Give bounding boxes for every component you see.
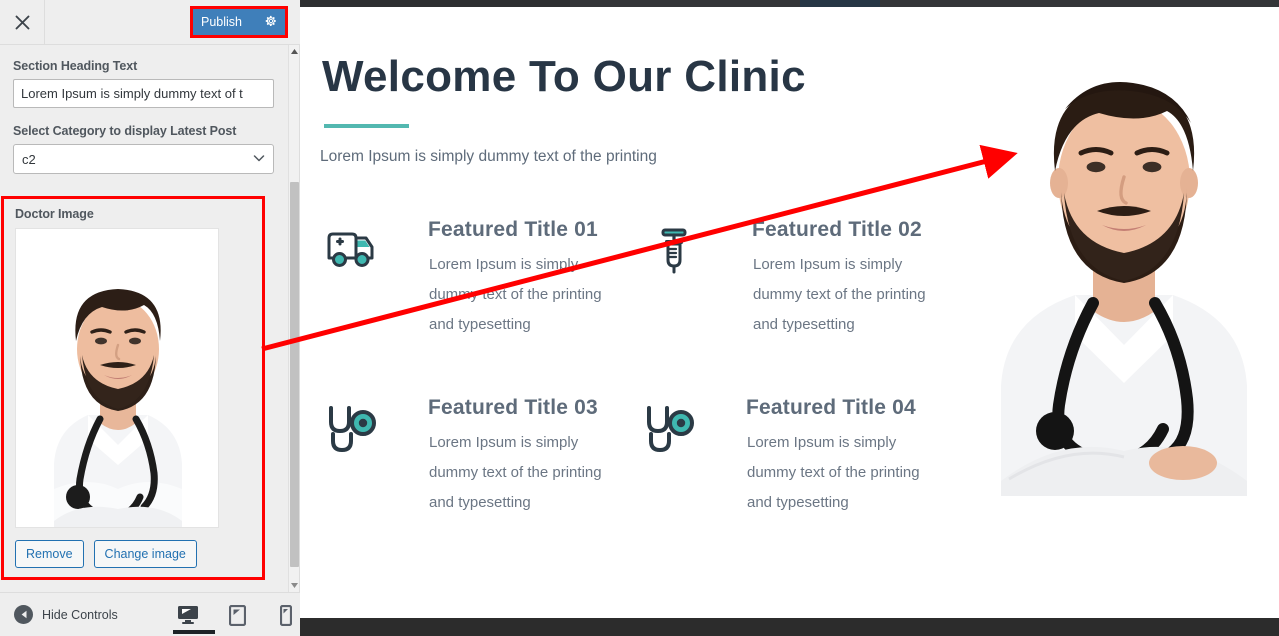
sidebar-scrollbar-thumb[interactable] bbox=[290, 182, 299, 567]
feature-text: Lorem Ipsum is simply dummy text of the … bbox=[429, 256, 602, 333]
category-select-value: c2 bbox=[22, 151, 36, 167]
change-image-button[interactable]: Change image bbox=[93, 540, 197, 568]
publish-highlight-box: Publish bbox=[190, 6, 288, 38]
device-preview-buttons bbox=[173, 592, 299, 636]
stethoscope-icon bbox=[322, 398, 378, 454]
feature-title: Featured Title 01 bbox=[428, 218, 598, 241]
doctor-hero-image bbox=[969, 11, 1279, 496]
feature-title: Featured Title 03 bbox=[428, 396, 598, 419]
feature-title: Featured Title 02 bbox=[752, 218, 922, 241]
image-action-buttons: Remove Change image bbox=[15, 540, 251, 568]
hero-subtitle: Lorem Ipsum is simply dummy text of the … bbox=[320, 148, 657, 165]
select-category-label: Select Category to display Latest Post bbox=[13, 124, 237, 138]
mobile-preview-button[interactable] bbox=[273, 594, 299, 634]
publish-button[interactable]: Publish bbox=[193, 9, 285, 35]
category-select[interactable]: c2 bbox=[13, 144, 274, 174]
doctor-image-label: Doctor Image bbox=[15, 207, 94, 221]
customizer-footer: Hide Controls bbox=[0, 592, 300, 636]
page-title: Welcome To Our Clinic bbox=[322, 52, 806, 101]
feature-text: Lorem Ipsum is simply dummy text of the … bbox=[747, 434, 920, 511]
customizer-header: Publish bbox=[0, 0, 300, 45]
doctor-image-control: Doctor Image Remove Change image bbox=[1, 196, 265, 580]
scroll-up-icon[interactable] bbox=[289, 45, 300, 58]
site-footer-strip bbox=[300, 618, 1279, 636]
section-heading-label: Section Heading Text bbox=[13, 59, 138, 73]
chevron-down-icon bbox=[252, 151, 265, 163]
customizer-sidebar: Publish Section Heading Text Select Cate… bbox=[0, 0, 300, 636]
scroll-down-icon[interactable] bbox=[289, 579, 300, 592]
tablet-preview-button[interactable] bbox=[224, 594, 250, 634]
gear-icon[interactable] bbox=[265, 15, 277, 29]
title-underline bbox=[324, 124, 409, 128]
doctor-image-thumbnail[interactable] bbox=[15, 228, 219, 528]
section-heading-input[interactable] bbox=[13, 79, 274, 108]
site-preview-pane: Welcome To Our Clinic Lorem Ipsum is sim… bbox=[300, 0, 1279, 636]
syringe-icon bbox=[646, 220, 702, 276]
ambulance-icon bbox=[322, 220, 378, 276]
publish-label: Publish bbox=[201, 15, 242, 29]
site-header-strip bbox=[300, 0, 1279, 7]
feature-text: Lorem Ipsum is simply dummy text of the … bbox=[753, 256, 926, 333]
stethoscope-icon bbox=[640, 398, 696, 454]
sidebar-scrollbar[interactable] bbox=[288, 45, 299, 592]
remove-image-button[interactable]: Remove bbox=[15, 540, 84, 568]
customizer-screen: Publish Section Heading Text Select Cate… bbox=[0, 0, 1279, 636]
feature-text: Lorem Ipsum is simply dummy text of the … bbox=[429, 434, 602, 511]
hide-controls-label: Hide Controls bbox=[42, 607, 118, 622]
desktop-preview-button[interactable] bbox=[173, 594, 215, 634]
feature-title: Featured Title 04 bbox=[746, 396, 916, 419]
collapse-arrow-icon bbox=[14, 605, 33, 624]
clinic-hero-section: Welcome To Our Clinic Lorem Ipsum is sim… bbox=[300, 7, 1279, 618]
close-icon[interactable] bbox=[0, 0, 45, 44]
hide-controls-button[interactable]: Hide Controls bbox=[14, 605, 118, 624]
